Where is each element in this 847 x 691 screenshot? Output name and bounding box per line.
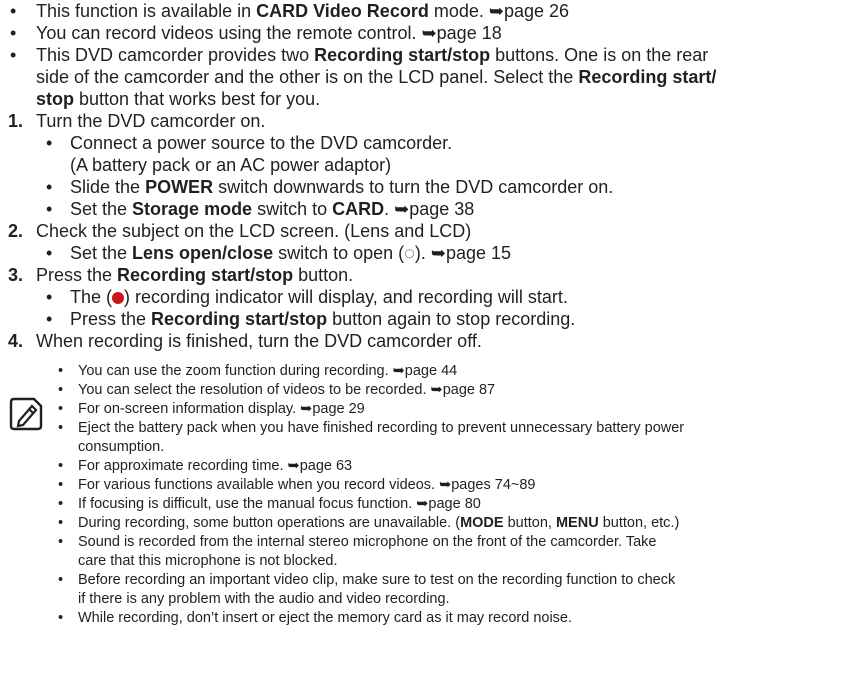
bullet: • xyxy=(46,243,53,263)
arrow-icon: ➥ xyxy=(287,458,300,474)
bullet: • xyxy=(58,401,64,417)
record-dot-icon xyxy=(112,292,125,304)
step-1-sub-1-line-2: (A battery pack or an AC power adaptor) xyxy=(70,155,392,175)
bullet: • xyxy=(58,515,64,531)
step-1-text: Turn the DVD camcorder on. xyxy=(36,111,266,131)
bullet: • xyxy=(58,382,64,398)
bullet: • xyxy=(58,572,64,588)
note-3: For on-screen information display. ➥page… xyxy=(78,401,365,417)
note-5: For approximate recording time. ➥page 63 xyxy=(78,458,353,474)
bullet: • xyxy=(10,23,17,43)
arrow-icon: ➥ xyxy=(430,243,446,263)
arrow-icon: ➥ xyxy=(430,382,443,398)
note-1: You can use the zoom function during rec… xyxy=(78,363,458,379)
top-bullet-2: You can record videos using the remote c… xyxy=(36,23,502,43)
note-pencil-icon xyxy=(9,397,43,431)
note-10-line-2: if there is any problem with the audio a… xyxy=(78,591,450,607)
bullet: • xyxy=(46,199,53,219)
step-number: 4. xyxy=(8,331,24,351)
step-1-sub-2: Slide the POWER switch downwards to turn… xyxy=(70,177,614,197)
note-11: While recording, don’t insert or eject t… xyxy=(78,610,573,626)
step-1-sub-1-line-1: Connect a power source to the DVD camcor… xyxy=(70,133,453,153)
step-number: 2. xyxy=(8,221,24,241)
step-1-sub-3: Set the Storage mode switch to CARD. ➥pa… xyxy=(70,199,475,219)
top-bullet-3-line-1: This DVD camcorder provides two Recordin… xyxy=(36,45,709,65)
bullet: • xyxy=(46,287,53,307)
bullet: • xyxy=(46,133,53,153)
note-8: During recording, some button operations… xyxy=(78,515,680,531)
bullet: • xyxy=(58,496,64,512)
note-9-line-1: Sound is recorded from the internal ster… xyxy=(78,534,657,550)
top-bullet-1: This function is available in CARD Video… xyxy=(36,1,570,21)
bullet: • xyxy=(46,177,53,197)
bullet: • xyxy=(58,363,64,379)
arrow-icon: ➥ xyxy=(439,477,452,493)
arrow-icon: ➥ xyxy=(394,199,410,219)
bullet: • xyxy=(58,610,64,626)
note-4-line-1: Eject the battery pack when you have fin… xyxy=(78,420,685,436)
step-4-text: When recording is finished, turn the DVD… xyxy=(36,331,482,351)
arrow-icon: ➥ xyxy=(488,1,504,21)
step-3-text: Press the Recording start/stop button. xyxy=(36,265,354,285)
note-10-line-1: Before recording an important video clip… xyxy=(78,572,676,588)
note-6: For various functions available when you… xyxy=(78,477,536,493)
step-number: 3. xyxy=(8,265,24,285)
bullet: • xyxy=(58,477,64,493)
step-number: 1. xyxy=(8,111,24,131)
step-3-sub-2: Press the Recording start/stop button ag… xyxy=(70,309,576,329)
note-2: You can select the resolution of videos … xyxy=(78,382,496,398)
top-bullet-3-line-3: stop button that works best for you. xyxy=(36,89,321,109)
arrow-icon: ➥ xyxy=(300,401,313,417)
bullet: • xyxy=(10,1,17,21)
lens-open-icon: switch to open (◌). xyxy=(273,243,431,263)
step-3-sub-1: The () recording indicator will display,… xyxy=(70,287,568,307)
arrow-icon: ➥ xyxy=(421,23,437,43)
note-4-line-2: consumption. xyxy=(78,439,165,455)
arrow-icon: ➥ xyxy=(416,496,429,512)
step-2-text: Check the subject on the LCD screen. (Le… xyxy=(36,221,472,241)
top-bullet-3-line-2: side of the camcorder and the other is o… xyxy=(36,67,717,87)
bullet: • xyxy=(10,45,17,65)
bullet: • xyxy=(46,309,53,329)
note-9-line-2: care that this microphone is not blocked… xyxy=(78,553,338,569)
note-7: If focusing is difficult, use the manual… xyxy=(78,496,481,512)
bullet: • xyxy=(58,458,64,474)
arrow-icon: ➥ xyxy=(392,363,405,379)
bullet: • xyxy=(58,534,64,550)
bullet: • xyxy=(58,420,64,436)
step-2-sub-1: Set the Lens open/close switch to open (… xyxy=(70,243,512,263)
